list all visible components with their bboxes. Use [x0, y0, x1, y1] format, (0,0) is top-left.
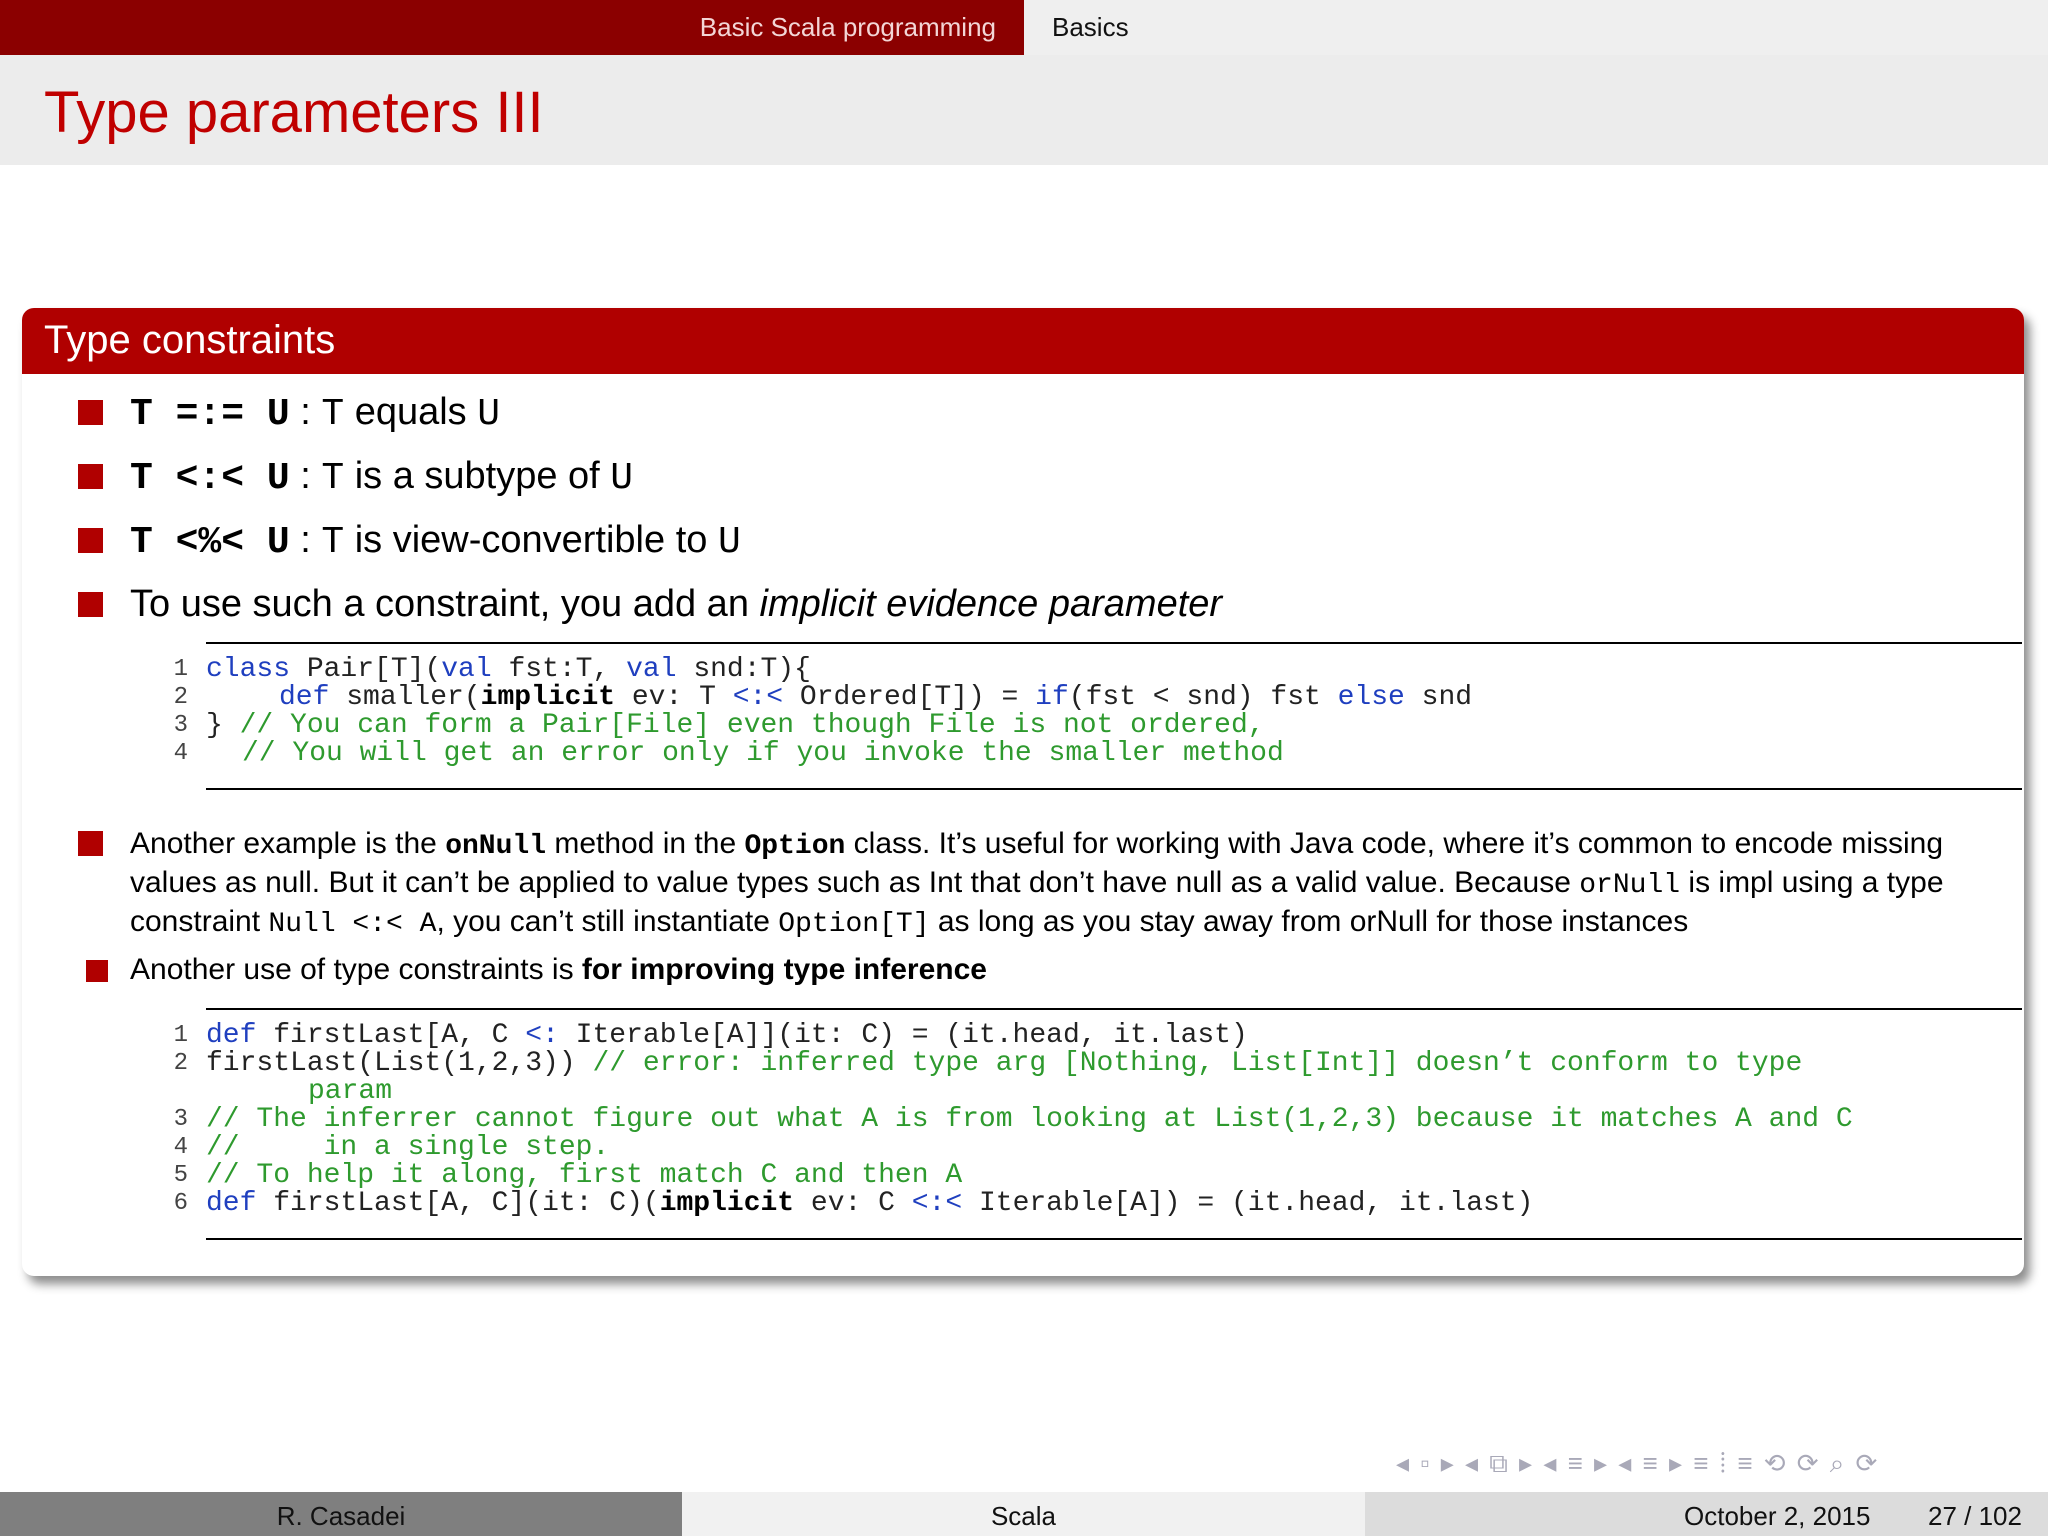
footer-author-box: R. Casadei — [0, 1492, 682, 1536]
evidence-text: To use such a constraint, you add an — [130, 583, 760, 625]
code-inline: Option[T] — [778, 909, 930, 940]
type-a: T — [321, 457, 345, 500]
code-line: } // You can form a Pair[File] even thou… — [206, 710, 1265, 741]
evidence-emphasis: implicit evidence parameter — [759, 583, 1223, 625]
line-number: 3 — [173, 712, 188, 739]
bullet-inference: Another use of type constraints is for i… — [130, 953, 987, 986]
line-number: 1 — [173, 1022, 188, 1049]
code-line: // in a single step. — [206, 1132, 610, 1163]
type-b: U — [610, 457, 634, 500]
separator: : — [289, 519, 322, 561]
frame-title-bar: Type parameters III — [0, 55, 2048, 165]
block-title: Type constraints — [44, 318, 336, 362]
constraint-code: T <:< U — [130, 457, 290, 500]
code-inline: Null <:< A — [268, 909, 437, 940]
code-inline: orNull — [1579, 870, 1681, 901]
type-a: T — [321, 393, 345, 436]
code-inline: onNull — [445, 831, 547, 862]
subsection-nav: Basics — [1024, 0, 2048, 55]
section-nav: Basic Scala programming — [0, 0, 1024, 55]
line-number: 3 — [173, 1106, 188, 1133]
line-number: 2 — [173, 684, 188, 711]
line-number: 1 — [173, 656, 188, 683]
line-number: 2 — [173, 1050, 188, 1077]
code-line: // To help it along, first match C and t… — [206, 1160, 963, 1191]
line-number: 4 — [173, 740, 188, 767]
bullet-icon — [86, 960, 108, 982]
code-line: def firstLast[A, C <: Iterable[A]](it: C… — [206, 1020, 1248, 1051]
subsection-link[interactable]: Basics — [1052, 12, 1129, 43]
constraint-code: T <%< U — [130, 521, 290, 564]
constraint-text: equals — [344, 391, 478, 433]
type-b: U — [477, 393, 501, 436]
navigation-symbols[interactable]: ◂ ▫ ▸ ◂ ⧉ ▸ ◂ ≡ ▸ ◂ ≡ ▸ ≡ ⦙ ≡ ⟲ ⟳ ⌕ ⟳ — [1396, 1448, 1879, 1480]
footer-author: R. Casadei — [276, 1501, 406, 1531]
bullet-onnull: Another example is the onNull method in … — [130, 827, 1944, 940]
bullet-icon — [78, 400, 103, 425]
bullet-view-convertible: T <%< U : T is view-convertible to U — [130, 518, 741, 565]
separator: : — [289, 455, 322, 497]
footer: R. Casadei Scala October 2, 2015 27 / 10… — [0, 1492, 2048, 1536]
navigation-bar: Basic Scala programming Basics — [0, 0, 2048, 55]
footer-date-box: October 2, 2015 27 / 102 — [1365, 1492, 2048, 1536]
separator: : — [289, 391, 322, 433]
page-title: Type parameters III — [44, 80, 544, 145]
footer-page-number: 27 / 102 — [1928, 1501, 2022, 1531]
inference-emphasis: for improving type inference — [581, 953, 987, 986]
code-listing-pair: 1 2 3 4 class Pair[T](val fst:T, val snd… — [174, 642, 2022, 790]
constraint-text: is view-convertible to — [344, 519, 718, 561]
section-link[interactable]: Basic Scala programming — [700, 12, 996, 43]
bullet-icon — [78, 528, 103, 553]
block-header: Type constraints — [22, 308, 2024, 374]
code-line: def firstLast[A, C](it: C)(implicit ev: … — [206, 1188, 1534, 1219]
bullet-evidence: To use such a constraint, you add an imp… — [130, 582, 1222, 626]
type-constraints-block: Type constraints T =:= U : T equals U T … — [22, 308, 2024, 1276]
line-number: 4 — [173, 1134, 188, 1161]
code-inline: Option — [744, 831, 846, 862]
bullet-equals: T =:= U : T equals U — [130, 390, 500, 437]
code-line: class Pair[T](val fst:T, val snd:T){ — [206, 654, 811, 685]
code-line: // You will get an error only if you inv… — [242, 738, 1284, 769]
bullet-icon — [78, 592, 103, 617]
line-number: 6 — [173, 1190, 188, 1217]
line-number: 5 — [173, 1162, 188, 1189]
code-line: def smaller(implicit ev: T <:< Ordered[T… — [279, 682, 1473, 713]
constraint-code: T =:= U — [130, 393, 290, 436]
bullet-icon — [78, 831, 103, 856]
code-line: param — [308, 1076, 393, 1107]
code-line: // The inferrer cannot figure out what A… — [206, 1104, 1853, 1135]
bullet-icon — [78, 464, 103, 489]
code-line: firstLast(List(1,2,3)) // error: inferre… — [206, 1048, 1803, 1079]
footer-date: October 2, 2015 — [1684, 1501, 1871, 1531]
footer-title-box: Scala — [682, 1492, 1365, 1536]
footer-title: Scala — [990, 1501, 1057, 1531]
bullet-subtype: T <:< U : T is a subtype of U — [130, 454, 633, 501]
code-listing-firstlast: 1 2 3 4 5 6 def firstLast[A, C <: Iterab… — [174, 1008, 2022, 1240]
type-a: T — [321, 521, 345, 564]
constraint-text: is a subtype of — [344, 455, 611, 497]
type-b: U — [717, 521, 741, 564]
